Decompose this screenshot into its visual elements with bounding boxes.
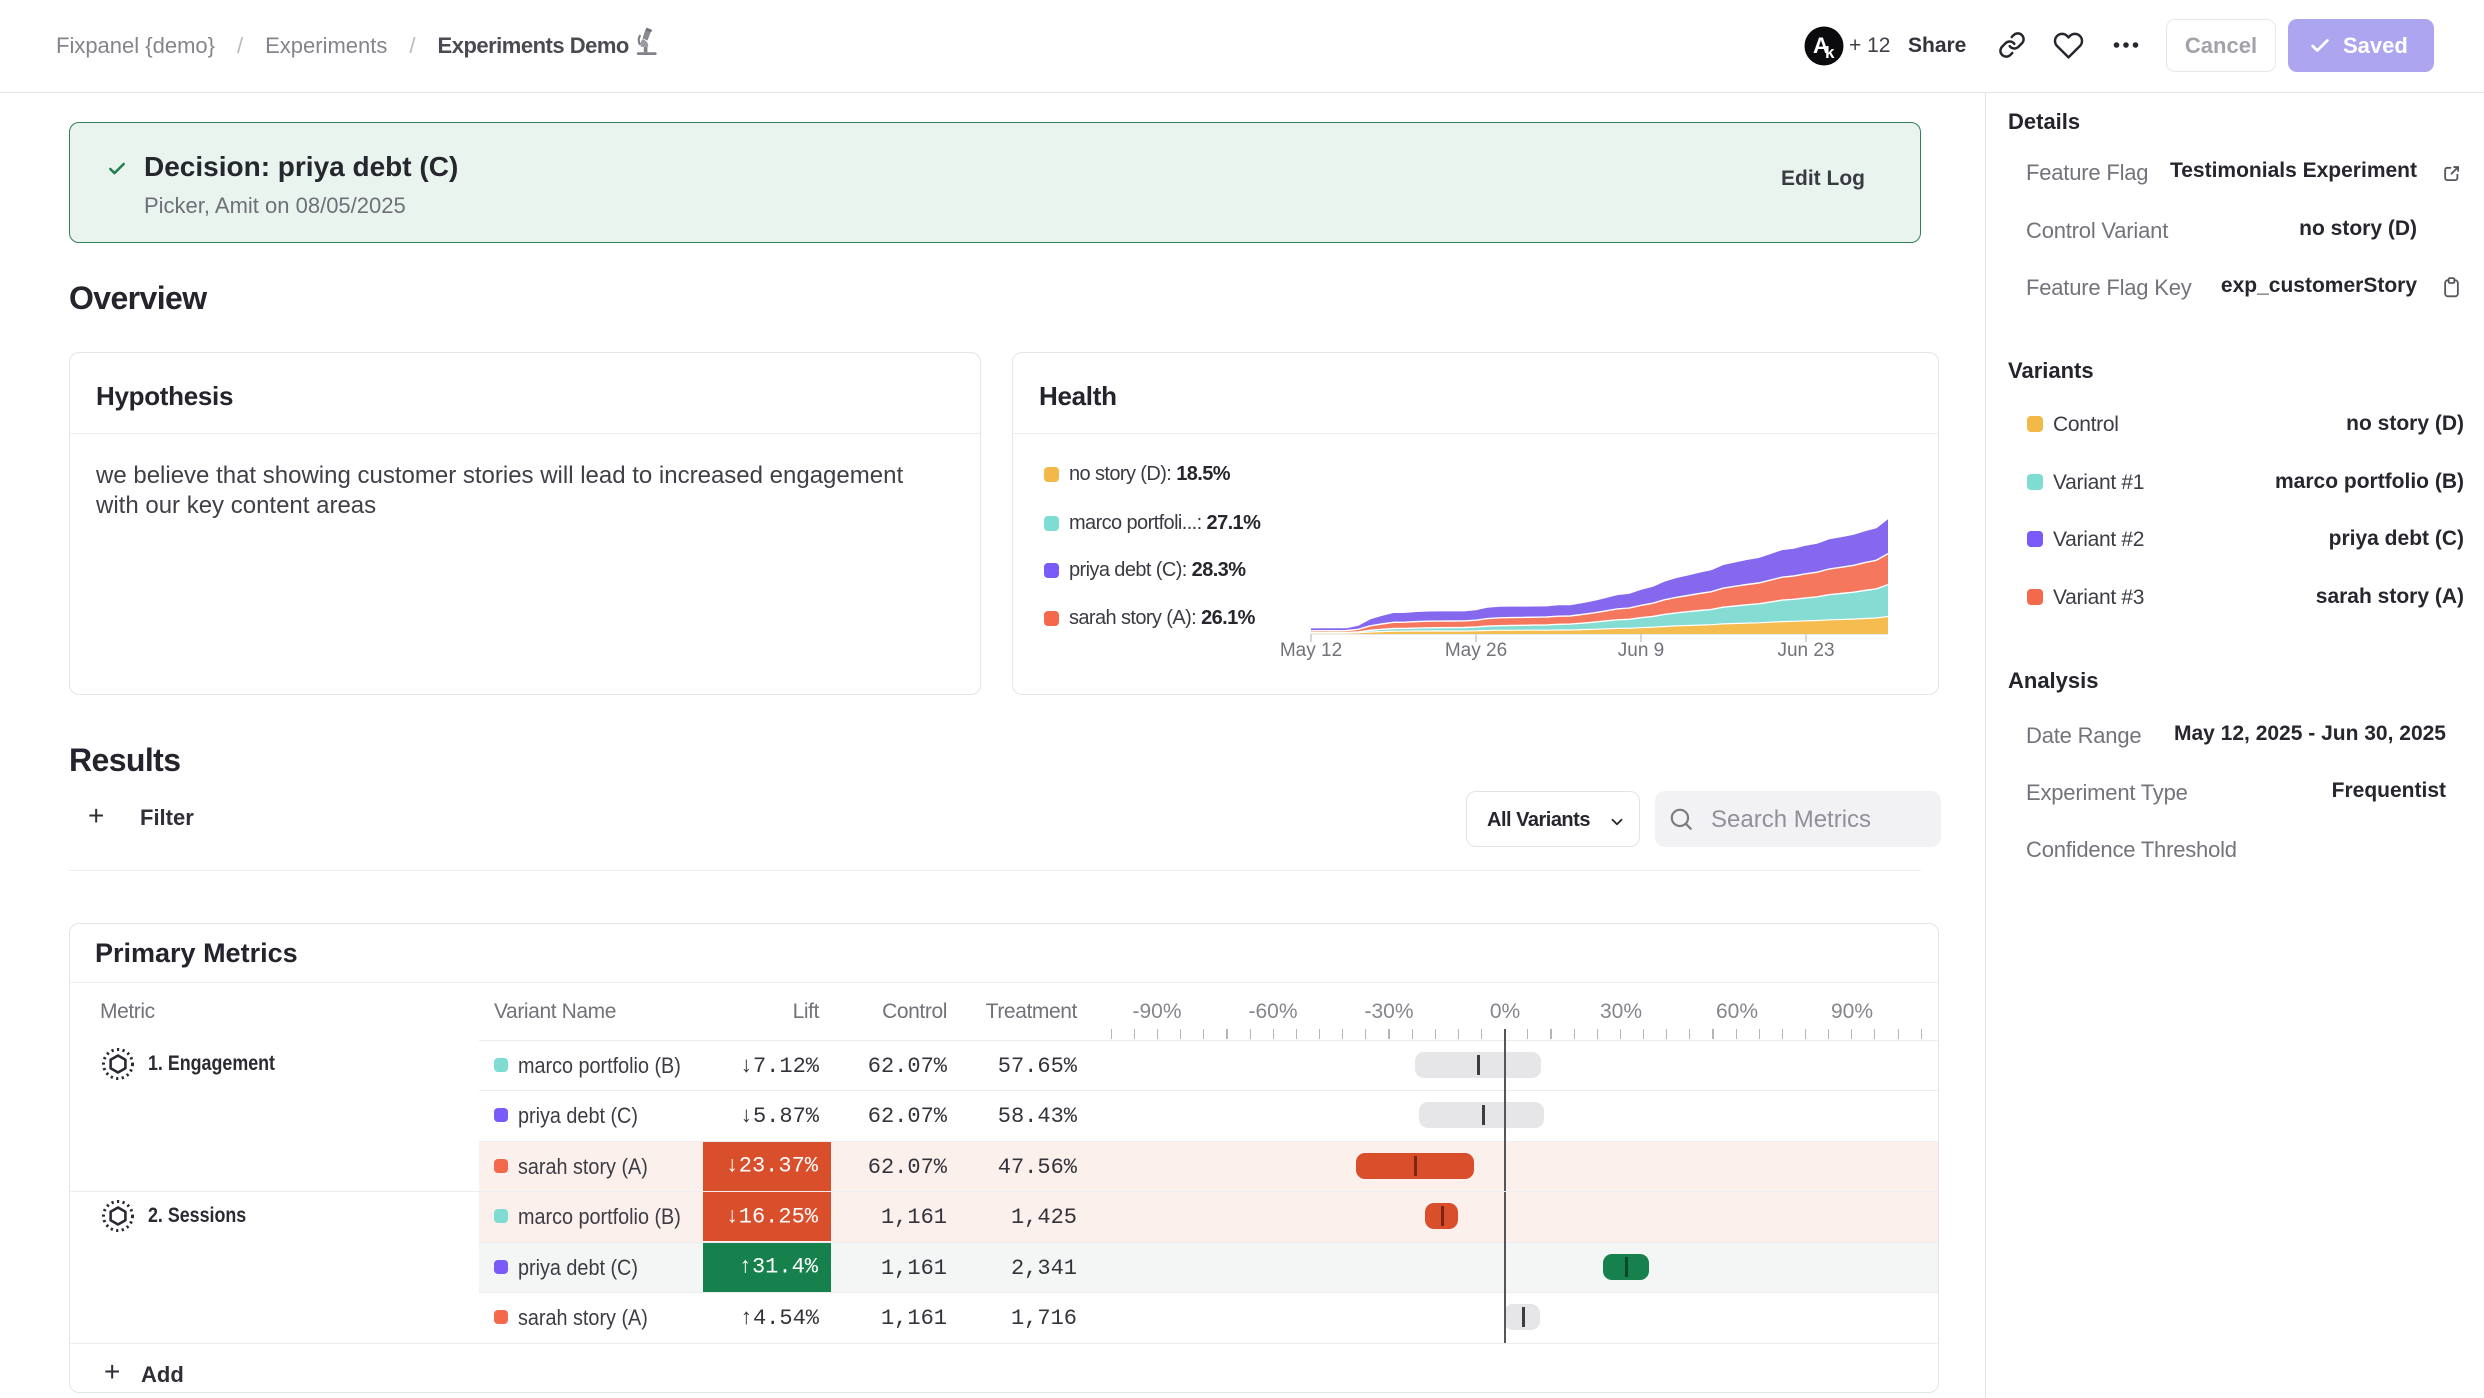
- svg-text:k: k: [1825, 43, 1835, 62]
